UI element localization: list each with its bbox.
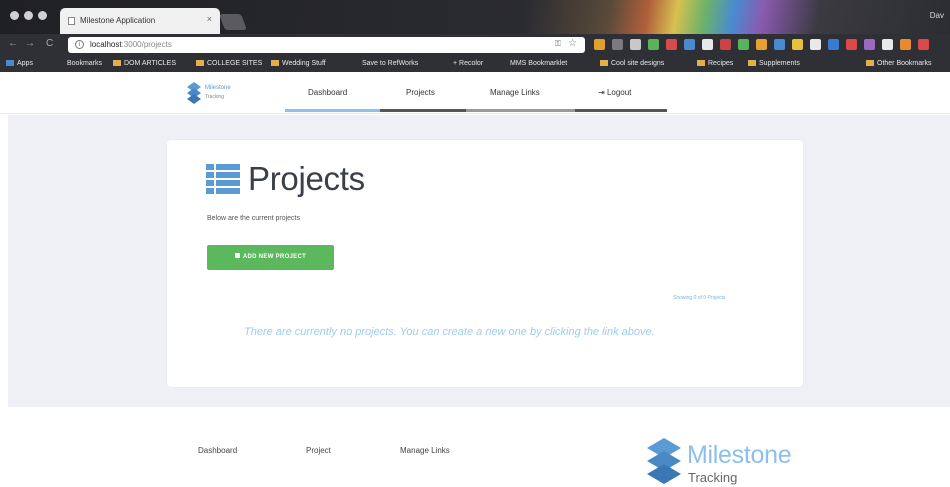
add-new-project-button[interactable]: ADD NEW PROJECT bbox=[207, 245, 334, 270]
bookmark-item[interactable]: Apps bbox=[6, 60, 33, 67]
extension-icon[interactable] bbox=[882, 39, 893, 50]
extension-icon[interactable] bbox=[900, 39, 911, 50]
extension-icon[interactable] bbox=[918, 39, 929, 50]
url-path: :3000/projects bbox=[121, 40, 172, 49]
extension-icon[interactable] bbox=[594, 39, 605, 50]
extension-icon[interactable] bbox=[702, 39, 713, 50]
bookmark-item[interactable]: MMS Bookmarklet bbox=[510, 60, 567, 67]
extension-icon[interactable] bbox=[666, 39, 677, 50]
active-tab-indicator bbox=[285, 109, 380, 112]
lock-icon bbox=[234, 253, 240, 258]
nav-manage-links[interactable]: Manage Links bbox=[490, 88, 540, 97]
close-tab-icon[interactable]: × bbox=[207, 14, 212, 24]
reload-icon[interactable]: C bbox=[46, 38, 53, 50]
folder-icon bbox=[697, 60, 705, 66]
bookmark-star-icon[interactable]: ☆ bbox=[568, 38, 577, 49]
address-bar[interactable]: i localhost:3000/projects ⚿ ☆ bbox=[68, 37, 585, 53]
extension-icon[interactable] bbox=[810, 39, 821, 50]
nav-dashboard[interactable]: Dashboard bbox=[308, 88, 347, 97]
page-title: Projects bbox=[248, 160, 365, 197]
bookmark-item[interactable]: Recipes bbox=[697, 60, 733, 67]
nav-underline bbox=[380, 109, 466, 112]
footer-dashboard-link[interactable]: Dashboard bbox=[198, 446, 237, 455]
extension-icon[interactable] bbox=[684, 39, 695, 50]
page-subtitle: Below are the current projects bbox=[207, 215, 300, 222]
close-window-button[interactable] bbox=[10, 11, 19, 20]
folder-icon bbox=[271, 60, 279, 66]
nav-logout[interactable]: ⇥ Logout bbox=[598, 88, 631, 97]
forward-icon[interactable]: → bbox=[25, 38, 35, 50]
extension-icon[interactable] bbox=[828, 39, 839, 50]
extension-icon[interactable] bbox=[756, 39, 767, 50]
nav-logout-label: Logout bbox=[606, 88, 632, 97]
bookmark-item[interactable]: Save to RefWorks bbox=[362, 60, 418, 67]
tab-title: Milestone Application bbox=[80, 16, 156, 25]
footer-brand-name: Milestone bbox=[687, 441, 792, 469]
nav-underline bbox=[575, 109, 667, 112]
nav-projects[interactable]: Projects bbox=[406, 88, 435, 97]
other-bookmarks[interactable]: Other Bookmarks bbox=[866, 60, 931, 67]
showing-projects-link[interactable]: Showing 0 of 0 Projects bbox=[673, 295, 726, 301]
folder-icon bbox=[866, 60, 874, 66]
extension-icon[interactable] bbox=[648, 39, 659, 50]
browser-tab[interactable]: Milestone Application × bbox=[60, 8, 220, 34]
milestone-footer-logo-icon bbox=[647, 438, 681, 484]
bookmark-item[interactable]: Supplements bbox=[748, 60, 800, 67]
bookmark-item[interactable]: Bookmarks bbox=[67, 60, 102, 67]
extension-icon[interactable] bbox=[612, 39, 623, 50]
new-tab-button[interactable] bbox=[219, 14, 247, 30]
add-new-project-label: ADD NEW PROJECT bbox=[242, 254, 307, 260]
extension-icon[interactable] bbox=[864, 39, 875, 50]
extension-icon[interactable] bbox=[720, 39, 731, 50]
bookmark-item[interactable]: COLLEGE SITES bbox=[196, 60, 262, 67]
extension-icon[interactable] bbox=[846, 39, 857, 50]
browser-toolbar: ← → C i localhost:3000/projects ⚿ ☆ bbox=[0, 34, 950, 56]
footer-manage-links-link[interactable]: Manage Links bbox=[400, 446, 450, 455]
milestone-logo-icon bbox=[187, 82, 201, 104]
brand-name: Milestone bbox=[205, 85, 231, 91]
bookmark-item[interactable]: Cool site designs bbox=[600, 60, 664, 67]
logout-icon: ⇥ bbox=[598, 88, 605, 97]
folder-icon bbox=[196, 60, 204, 66]
apps-icon bbox=[6, 60, 14, 66]
url-host: localhost bbox=[90, 40, 122, 49]
extension-icon[interactable] bbox=[792, 39, 803, 50]
browser-tab-bar: Milestone Application × Dav bbox=[0, 0, 950, 34]
folder-icon bbox=[748, 60, 756, 66]
profile-name[interactable]: Dav bbox=[930, 11, 944, 20]
bookmark-item[interactable]: + Recolor bbox=[453, 60, 483, 67]
back-icon[interactable]: ← bbox=[8, 38, 18, 50]
minimize-window-button[interactable] bbox=[24, 11, 33, 20]
bookmark-item[interactable]: DOM ARTICLES bbox=[113, 60, 176, 67]
footer-brand-subtitle: Tracking bbox=[688, 470, 738, 485]
bookmark-item[interactable]: Wedding Stuff bbox=[271, 60, 326, 67]
page-icon bbox=[68, 17, 75, 25]
list-icon bbox=[206, 164, 240, 194]
extension-icon[interactable] bbox=[774, 39, 785, 50]
empty-state-message: There are currently no projects. You can… bbox=[244, 326, 655, 338]
app-header bbox=[0, 72, 950, 114]
extension-icon[interactable] bbox=[738, 39, 749, 50]
info-icon[interactable]: i bbox=[75, 40, 84, 49]
nav-underline bbox=[466, 109, 575, 112]
key-icon[interactable]: ⚿ bbox=[555, 39, 561, 49]
footer-project-link[interactable]: Project bbox=[306, 446, 331, 455]
maximize-window-button[interactable] bbox=[38, 11, 47, 20]
folder-icon bbox=[600, 60, 608, 66]
bookmarks-bar: Apps Bookmarks DOM ARTICLES COLLEGE SITE… bbox=[0, 56, 950, 72]
extension-icon[interactable] bbox=[630, 39, 641, 50]
brand-subtitle: Tracking bbox=[205, 94, 224, 100]
folder-icon bbox=[113, 60, 121, 66]
